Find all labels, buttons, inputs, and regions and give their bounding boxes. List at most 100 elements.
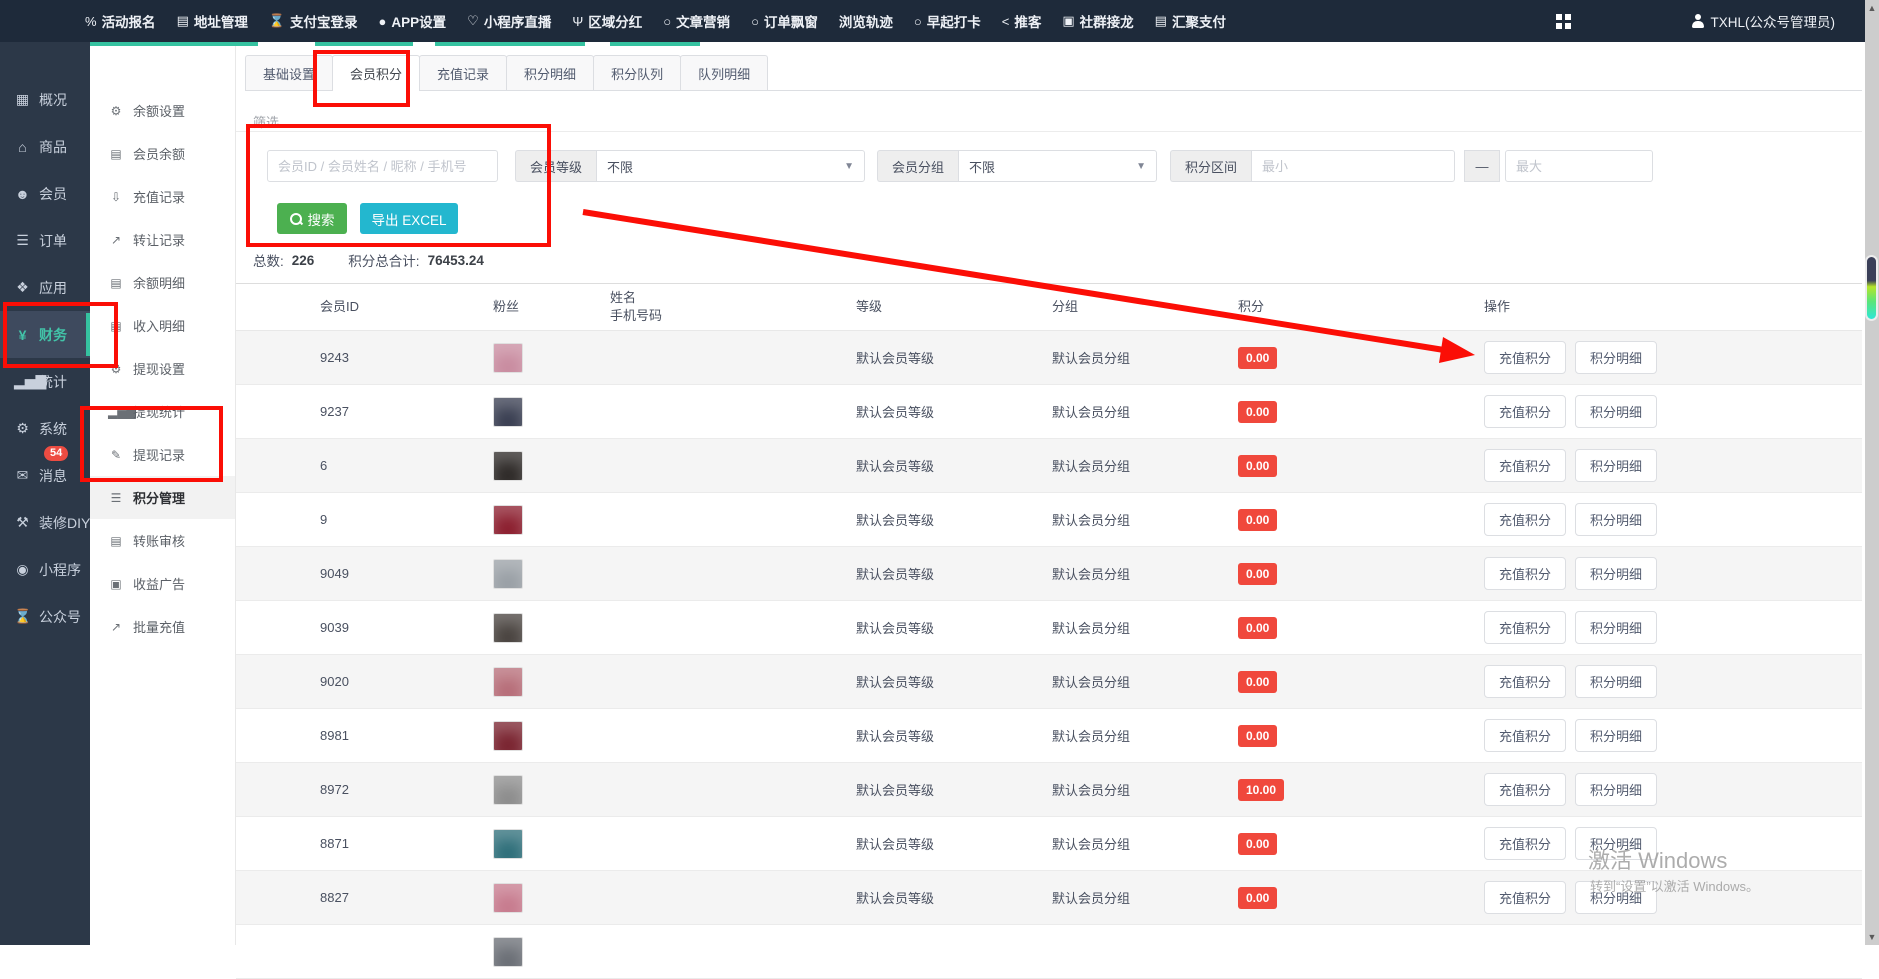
- topbar-item-4[interactable]: ●APP设置: [379, 11, 447, 31]
- sidebar-item-公众号[interactable]: ⌛公众号: [0, 593, 90, 640]
- topbar-item-1[interactable]: %活动报名: [85, 11, 156, 31]
- topbar-item-11[interactable]: <推客: [1002, 11, 1042, 31]
- points-detail-button[interactable]: 积分明细: [1575, 881, 1657, 914]
- points-detail-button[interactable]: 积分明细: [1575, 719, 1657, 752]
- sidebar-item-商品[interactable]: ⌂商品: [0, 123, 90, 170]
- scroll-down-icon[interactable]: ▼: [1865, 929, 1879, 945]
- file-icon: ▤: [108, 276, 124, 290]
- tab-基础设置[interactable]: 基础设置: [245, 55, 333, 90]
- tab-会员积分[interactable]: 会员积分: [332, 55, 420, 91]
- submenu-item-积分管理[interactable]: ☰积分管理: [90, 476, 235, 519]
- points-detail-button[interactable]: 积分明细: [1575, 503, 1657, 536]
- level-cell: 默认会员等级: [856, 618, 1052, 637]
- tab-充值记录[interactable]: 充值记录: [419, 55, 507, 90]
- export-excel-button[interactable]: 导出 EXCEL: [360, 203, 458, 234]
- avatar: [493, 397, 523, 427]
- submenu-item-提现统计[interactable]: ▂▅▇提现统计: [90, 390, 235, 433]
- actions-cell: 充值积分积分明细: [1484, 341, 1862, 374]
- submenu-item-余额设置[interactable]: ⚙余额设置: [90, 89, 235, 132]
- tab-积分明细[interactable]: 积分明细: [506, 55, 594, 90]
- scrollbar-thumb[interactable]: [1865, 255, 1878, 321]
- points-detail-button[interactable]: 积分明细: [1575, 557, 1657, 590]
- topbar-item-8[interactable]: ○订单飘窗: [751, 11, 818, 31]
- search-button[interactable]: 搜索: [277, 203, 347, 234]
- recharge-points-button[interactable]: 充值积分: [1484, 503, 1566, 536]
- group-cell: 默认会员分组: [1052, 726, 1238, 745]
- points-detail-button[interactable]: 积分明细: [1575, 665, 1657, 698]
- tab-积分队列[interactable]: 积分队列: [593, 55, 681, 90]
- recharge-points-button[interactable]: 充值积分: [1484, 881, 1566, 914]
- points-max-input[interactable]: [1505, 150, 1653, 182]
- actions-cell: 充值积分积分明细: [1484, 449, 1862, 482]
- recharge-points-button[interactable]: 充值积分: [1484, 827, 1566, 860]
- table-row: 8972默认会员等级默认会员分组10.00充值积分积分明细: [236, 763, 1862, 817]
- fans-cell: [493, 667, 610, 697]
- topbar-item-label: 汇聚支付: [1172, 11, 1226, 31]
- sidebar-item-会员[interactable]: ☻会员: [0, 170, 90, 217]
- group-select[interactable]: 不限 ▼: [958, 150, 1157, 182]
- submenu-item-转账审核[interactable]: ▤转账审核: [90, 519, 235, 562]
- chart-line-icon: ↗: [108, 620, 124, 634]
- sidebar-item-概况[interactable]: ▦概况: [0, 76, 90, 123]
- points-detail-button[interactable]: 积分明细: [1575, 827, 1657, 860]
- tab-队列明细[interactable]: 队列明细: [680, 55, 768, 90]
- sidebar-item-系统[interactable]: ⚙系统: [0, 405, 90, 452]
- user-menu[interactable]: TXHL(公众号管理员): [1691, 11, 1836, 31]
- avatar: [493, 775, 523, 805]
- recharge-points-button[interactable]: 充值积分: [1484, 557, 1566, 590]
- submenu-item-转让记录[interactable]: ↗转让记录: [90, 218, 235, 261]
- scroll-up-icon[interactable]: ▲: [1865, 0, 1879, 16]
- avatar: [493, 667, 523, 697]
- recharge-points-button[interactable]: 充值积分: [1484, 341, 1566, 374]
- submenu-item-提现设置[interactable]: ⚙提现设置: [90, 347, 235, 390]
- header-points: 积分: [1238, 298, 1484, 316]
- submenu-item-label: 积分管理: [133, 488, 185, 507]
- points-detail-button[interactable]: 积分明细: [1575, 395, 1657, 428]
- topbar-item-5[interactable]: ♡小程序直播: [467, 11, 551, 31]
- tab-bar: 基础设置会员积分充值记录积分明细积分队列队列明细: [245, 55, 1862, 91]
- topbar-item-10[interactable]: ○早起打卡: [914, 11, 981, 31]
- header-name-phone: 姓名 手机号码: [610, 289, 856, 324]
- points-detail-button[interactable]: 积分明细: [1575, 611, 1657, 644]
- recharge-points-button[interactable]: 充值积分: [1484, 395, 1566, 428]
- share-icon: <: [1002, 14, 1010, 29]
- points-detail-button[interactable]: 积分明细: [1575, 449, 1657, 482]
- actions-cell: 充值积分积分明细: [1484, 557, 1862, 590]
- topbar-item-12[interactable]: ▣社群接龙: [1062, 11, 1133, 31]
- table-row: 9049默认会员等级默认会员分组0.00充值积分积分明细: [236, 547, 1862, 601]
- recharge-points-button[interactable]: 充值积分: [1484, 449, 1566, 482]
- topbar-item-7[interactable]: ○文章营销: [663, 11, 730, 31]
- apps-grid-icon[interactable]: [1556, 14, 1571, 29]
- points-detail-button[interactable]: 积分明细: [1575, 341, 1657, 374]
- scrollbar[interactable]: ▲ ▼: [1865, 0, 1879, 945]
- submenu-item-充值记录[interactable]: ⇩充值记录: [90, 175, 235, 218]
- keyword-input[interactable]: [267, 150, 498, 182]
- sidebar-item-消息[interactable]: ✉消息54: [0, 452, 90, 499]
- submenu-item-收益广告[interactable]: ▣收益广告: [90, 562, 235, 605]
- sidebar-item-订单[interactable]: ☰订单: [0, 217, 90, 264]
- sidebar-item-应用[interactable]: ❖应用: [0, 264, 90, 311]
- level-select[interactable]: 不限 ▼: [596, 150, 865, 182]
- sidebar-item-装修DIY[interactable]: ⚒装修DIY: [0, 499, 90, 546]
- topbar-item-2[interactable]: ▤地址管理: [177, 11, 248, 31]
- recharge-points-button[interactable]: 充值积分: [1484, 665, 1566, 698]
- fans-cell: [493, 883, 610, 913]
- topbar-item-13[interactable]: ▤汇聚支付: [1155, 11, 1226, 31]
- points-detail-button[interactable]: 积分明细: [1575, 773, 1657, 806]
- recharge-points-button[interactable]: 充值积分: [1484, 611, 1566, 644]
- topbar-item-6[interactable]: Ψ区域分红: [572, 11, 642, 31]
- submenu-item-余额明细[interactable]: ▤余额明细: [90, 261, 235, 304]
- submenu-item-会员余额[interactable]: ▤会员余额: [90, 132, 235, 175]
- sidebar-item-财务[interactable]: ¥财务: [0, 311, 90, 358]
- member-id-cell: 8981: [236, 728, 493, 743]
- recharge-points-button[interactable]: 充值积分: [1484, 773, 1566, 806]
- sidebar-item-统计[interactable]: ▂▅▇统计: [0, 358, 90, 405]
- topbar-item-3[interactable]: ⌛支付宝登录: [269, 11, 358, 31]
- submenu-item-批量充值[interactable]: ↗批量充值: [90, 605, 235, 648]
- recharge-points-button[interactable]: 充值积分: [1484, 719, 1566, 752]
- topbar-item-9[interactable]: 浏览轨迹: [839, 11, 893, 31]
- submenu-item-收入明细[interactable]: ▤收入明细: [90, 304, 235, 347]
- points-min-input[interactable]: [1251, 150, 1455, 182]
- submenu-item-提现记录[interactable]: ✎提现记录: [90, 433, 235, 476]
- sidebar-item-小程序[interactable]: ◉小程序: [0, 546, 90, 593]
